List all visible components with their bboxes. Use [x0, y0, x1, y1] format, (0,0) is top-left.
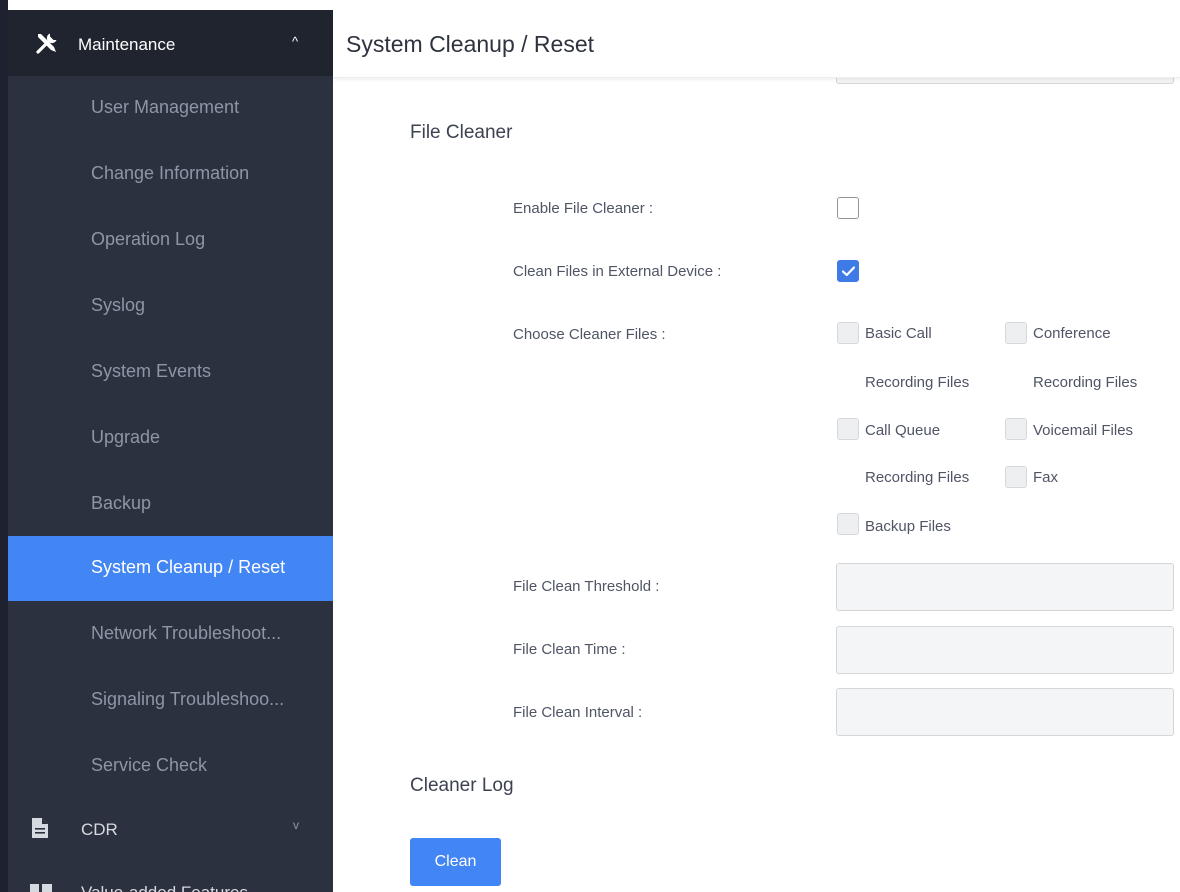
sidebar-item-label: System Events: [91, 361, 212, 381]
conference-recording-checkbox[interactable]: [1005, 322, 1027, 344]
chevron-down-icon: v: [293, 818, 299, 832]
enable-file-cleaner-checkbox[interactable]: [837, 197, 859, 219]
sidebar-item-network-troubleshooting[interactable]: Network Troubleshoot...: [8, 602, 333, 667]
sidebar: Maintenance ^ User Management Change Inf…: [8, 10, 333, 892]
sidebar-group-label: CDR: [81, 820, 118, 839]
call-queue-recording-checkbox[interactable]: [837, 418, 859, 440]
choose-cleaner-files-label: Choose Cleaner Files :: [513, 326, 666, 343]
sidebar-item-label: Backup: [91, 493, 152, 513]
sidebar-item-label: Network Troubleshoot...: [91, 623, 282, 643]
sidebar-item-label: Syslog: [91, 295, 146, 315]
basic-call-recording-label-line2: Recording Files: [865, 374, 970, 391]
sidebar-item-label: Operation Log: [91, 229, 206, 249]
sidebar-group-label: Value-added Features: [81, 883, 248, 892]
file-clean-threshold-label: File Clean Threshold :: [513, 578, 660, 595]
fax-checkbox[interactable]: [1005, 466, 1027, 488]
clean-button[interactable]: Clean: [410, 838, 501, 886]
fax-label: Fax: [1033, 469, 1059, 486]
document-icon: [32, 818, 48, 838]
file-clean-threshold-input[interactable]: [836, 563, 1174, 611]
sidebar-item-syslog[interactable]: Syslog: [8, 274, 333, 339]
sidebar-item-backup[interactable]: Backup: [8, 472, 333, 537]
sidebar-item-signaling-troubleshooting[interactable]: Signaling Troubleshoo...: [8, 668, 333, 733]
sidebar-item-label: User Management: [91, 97, 240, 117]
file-clean-time-label: File Clean Time :: [513, 641, 626, 658]
backup-files-label: Backup Files: [865, 518, 951, 535]
conference-recording-label: Conference: [1033, 325, 1111, 342]
file-clean-interval-label: File Clean Interval :: [513, 704, 643, 721]
sidebar-item-label: Change Information: [91, 163, 250, 183]
page-title: System Cleanup / Reset: [346, 31, 595, 57]
enable-file-cleaner-label: Enable File Cleaner :: [513, 200, 654, 217]
call-queue-recording-label: Call Queue: [865, 422, 941, 439]
sidebar-item-operation-log[interactable]: Operation Log: [8, 208, 333, 273]
sidebar-item-change-information[interactable]: Change Information: [8, 142, 333, 207]
top-edge: [0, 0, 1180, 10]
file-clean-interval-input[interactable]: [836, 688, 1174, 736]
sidebar-item-system-events[interactable]: System Events: [8, 340, 333, 405]
backup-files-checkbox[interactable]: [837, 513, 859, 535]
sidebar-item-upgrade[interactable]: Upgrade: [8, 406, 333, 471]
sidebar-item-system-cleanup-reset[interactable]: System Cleanup / Reset: [8, 536, 333, 601]
left-edge: [0, 0, 8, 892]
tools-icon: [36, 33, 57, 54]
voicemail-files-label: Voicemail Files: [1033, 422, 1134, 439]
sidebar-group-label: Maintenance: [78, 35, 176, 54]
sidebar-item-service-check[interactable]: Service Check: [8, 734, 333, 799]
sidebar-group-value-added-features[interactable]: Value-added Features: [8, 858, 333, 892]
sidebar-item-label: Service Check: [91, 755, 208, 775]
chevron-up-icon: ^: [292, 34, 299, 49]
sidebar-item-label: System Cleanup / Reset: [91, 557, 286, 577]
sidebar-group-maintenance[interactable]: Maintenance ^: [8, 10, 333, 76]
grid-icon: [30, 884, 52, 892]
voicemail-files-checkbox[interactable]: [1005, 418, 1027, 440]
check-icon: [842, 266, 855, 277]
call-queue-recording-label-line2: Recording Files: [865, 469, 970, 486]
clean-external-device-label: Clean Files in External Device :: [513, 263, 722, 280]
sidebar-item-label: Upgrade: [91, 427, 161, 447]
file-clean-time-input[interactable]: [836, 626, 1174, 674]
sidebar-item-user-management[interactable]: User Management: [8, 76, 333, 141]
sidebar-item-label: Signaling Troubleshoo...: [91, 689, 285, 709]
section-title-cleaner-log: Cleaner Log: [410, 775, 514, 796]
conference-recording-label-line2: Recording Files: [1033, 374, 1138, 391]
section-title-file-cleaner: File Cleaner: [410, 122, 513, 143]
page-header: System Cleanup / Reset: [333, 10, 1180, 78]
sidebar-group-cdr[interactable]: CDR v: [8, 800, 333, 860]
basic-call-recording-label: Basic Call: [865, 325, 932, 342]
basic-call-recording-checkbox[interactable]: [837, 322, 859, 344]
clean-external-device-checkbox[interactable]: [837, 260, 859, 282]
